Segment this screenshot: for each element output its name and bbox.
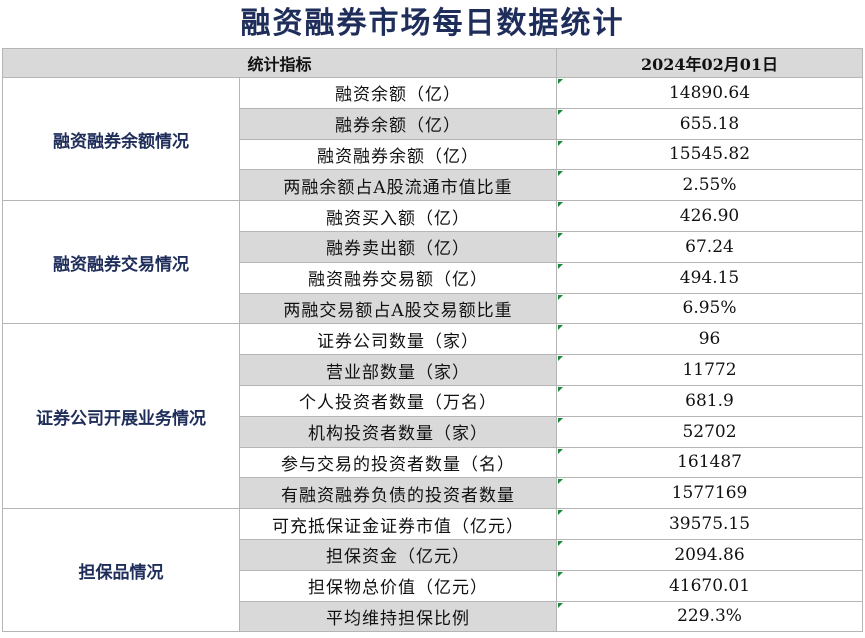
category-cell[interactable]: 证券公司开展业务情况 [2,323,240,510]
indicator-label-cell[interactable]: 融资融券交易额（亿） [238,261,558,294]
indicator-label-cell[interactable]: 融资余额（亿） [238,77,558,109]
table-header-row: 统计指标 2024年02月01日 [1,48,864,78]
indicator-label-cell[interactable]: 营业部数量（家） [238,354,558,386]
value-cell[interactable]: 2.55% [556,169,864,202]
indicator-label-cell[interactable]: 证券公司数量（家） [238,323,558,356]
indicator-label-cell[interactable]: 融券卖出额（亿） [238,230,558,263]
value-cell[interactable]: 41670.01 [556,569,864,602]
value-cell[interactable]: 6.95% [556,292,864,325]
header-date[interactable]: 2024年02月01日 [556,48,864,78]
page-title: 融资融券市场每日数据统计 [240,6,625,41]
value-cell[interactable]: 161487 [556,446,864,479]
value-cell[interactable]: 96 [556,323,864,356]
category-cell[interactable]: 担保品情况 [2,508,240,633]
value-cell[interactable]: 1577169 [556,477,864,510]
indicator-label-cell[interactable]: 两融交易额占A股交易额比重 [238,292,558,325]
indicator-label-cell[interactable]: 担保物总价值（亿元） [238,569,558,602]
category-cell[interactable]: 融资融券交易情况 [2,200,240,325]
indicator-label-cell[interactable]: 担保资金（亿元） [238,538,558,571]
value-cell[interactable]: 655.18 [556,107,864,140]
value-cell[interactable]: 2094.86 [556,538,864,571]
value-cell[interactable]: 494.15 [556,261,864,294]
value-cell[interactable]: 426.90 [556,200,864,232]
indicator-label-cell[interactable]: 融资融券余额（亿） [238,138,558,171]
table-row: 融资融券交易情况 融资买入额（亿） 426.90 [2,200,864,325]
header-indicator[interactable]: 统计指标 [1,48,558,78]
table-row: 融资融券余额情况 融资余额（亿） 14890.64 [2,76,864,202]
margin-trading-table: 统计指标 2024年02月01日 融资融券余额情况 融资余额（亿） 14890.64… [1,48,864,633]
value-cell[interactable]: 11772 [556,354,864,386]
indicator-label-cell[interactable]: 有融资融券负债的投资者数量 [238,477,558,510]
value-cell[interactable]: 14890.64 [556,77,864,109]
indicator-label-cell[interactable]: 可充抵保证金证券市值（亿元） [238,508,558,540]
value-cell[interactable]: 681.9 [556,384,864,417]
table-row: 担保品情况 可充抵保证金证券市值（亿元） 39575.15 [2,508,864,633]
indicator-label-cell[interactable]: 机构投资者数量（家） [238,415,558,448]
category-cell[interactable]: 融资融券余额情况 [2,76,240,202]
table-row: 证券公司开展业务情况 证券公司数量（家） 96 [2,323,864,510]
indicator-label-cell[interactable]: 融券余额（亿） [238,107,558,140]
indicator-label-cell[interactable]: 参与交易的投资者数量（名） [238,446,558,479]
indicator-label-cell[interactable]: 平均维持担保比例 [238,600,558,633]
indicator-label-cell[interactable]: 两融余额占A股流通市值比重 [238,169,558,202]
value-cell[interactable]: 39575.15 [556,508,864,540]
value-cell[interactable]: 52702 [556,415,864,448]
indicator-label-cell[interactable]: 融资买入额（亿） [238,200,558,232]
value-cell[interactable]: 15545.82 [556,138,864,171]
value-cell[interactable]: 229.3% [556,600,864,633]
indicator-label-cell[interactable]: 个人投资者数量（万名） [238,384,558,417]
value-cell[interactable]: 67.24 [556,230,864,263]
